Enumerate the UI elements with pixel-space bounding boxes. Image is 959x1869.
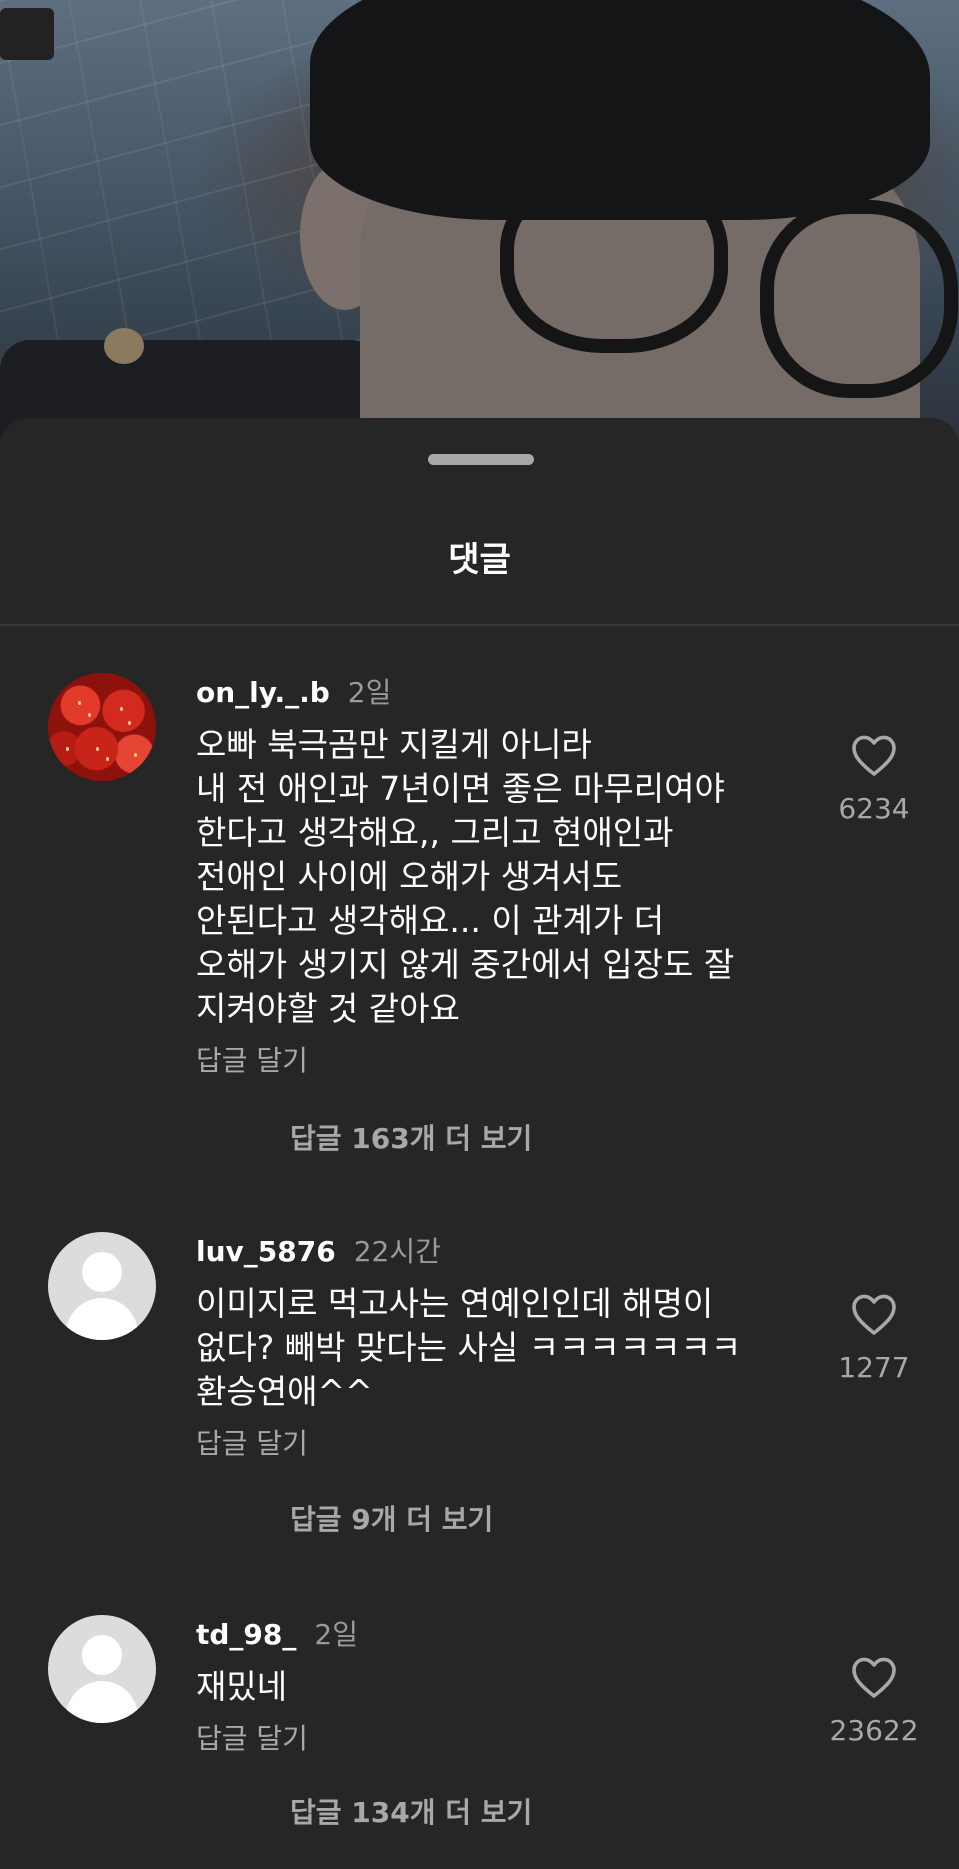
heart-outline-icon[interactable] xyxy=(850,733,898,777)
username[interactable]: luv_5876 xyxy=(196,1235,336,1268)
background-photo xyxy=(0,0,959,450)
timestamp: 2일 xyxy=(314,1618,358,1651)
view-more-replies-button[interactable]: 답글 134개 더 보기 xyxy=(290,1795,532,1831)
reply-button[interactable]: 답글 달기 xyxy=(196,1043,308,1079)
like-count: 6234 xyxy=(838,792,910,825)
comments-sheet: 댓글 on_ly._.b 2일 오빠 북극곰만 지킬게 아니라 내 전 애인과 7… xyxy=(0,418,959,1869)
view-more-replies-button[interactable]: 답글 9개 더 보기 xyxy=(290,1502,493,1538)
comment-meta: on_ly._.b 2일 xyxy=(196,673,391,713)
screen: 댓글 on_ly._.b 2일 오빠 북극곰만 지킬게 아니라 내 전 애인과 7… xyxy=(0,0,959,1869)
person-silhouette-icon xyxy=(82,1252,122,1292)
username[interactable]: td_98_ xyxy=(196,1618,296,1651)
like-count: 1277 xyxy=(838,1351,910,1384)
like-button[interactable]: 23622 xyxy=(789,1655,959,1749)
reply-button[interactable]: 답글 달기 xyxy=(196,1721,308,1757)
timestamp: 2일 xyxy=(347,676,392,709)
sheet-title: 댓글 xyxy=(448,540,511,580)
avatar[interactable] xyxy=(48,1615,156,1723)
comment-meta: luv_5876 22시간 xyxy=(196,1232,441,1272)
view-more-replies-button[interactable]: 답글 163개 더 보기 xyxy=(290,1121,532,1157)
drag-handle[interactable] xyxy=(428,454,534,465)
like-button[interactable]: 1277 xyxy=(789,1292,959,1386)
timestamp: 22시간 xyxy=(353,1235,441,1268)
person-silhouette-icon xyxy=(82,1635,122,1675)
comment-text: 재밌네 xyxy=(196,1667,288,1706)
like-button[interactable]: 6234 xyxy=(789,733,959,827)
avatar[interactable] xyxy=(48,673,156,781)
username[interactable]: on_ly._.b xyxy=(196,676,330,709)
divider xyxy=(0,624,959,626)
reply-button[interactable]: 답글 달기 xyxy=(196,1426,308,1462)
avatar[interactable] xyxy=(48,1232,156,1340)
comment-text: 오빠 북극곰만 지킬게 아니라 내 전 애인과 7년이면 좋은 마무리여야 한다… xyxy=(196,725,735,1028)
like-count: 23622 xyxy=(829,1714,919,1747)
comment-text: 이미지로 먹고사는 연예인인데 해명이 없다? 빼박 맞다는 사실 ㅋㅋㅋㅋㅋㅋ… xyxy=(196,1284,742,1411)
heart-outline-icon[interactable] xyxy=(850,1655,898,1699)
heart-outline-icon[interactable] xyxy=(850,1292,898,1336)
comment-meta: td_98_ 2일 xyxy=(196,1615,358,1655)
